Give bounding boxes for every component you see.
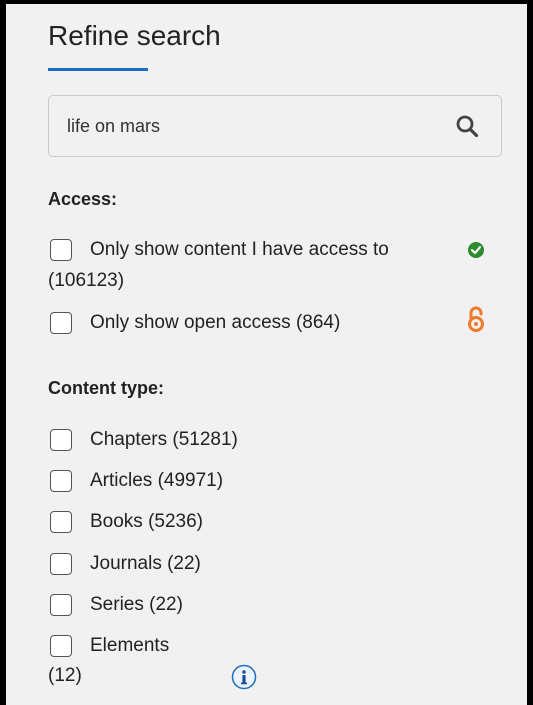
checkbox-chapters[interactable]: [50, 429, 72, 451]
checkbox-books[interactable]: [50, 511, 72, 533]
open-access-icon: [468, 306, 484, 332]
checkbox-series[interactable]: [50, 594, 72, 616]
access-heading: Access:: [48, 189, 118, 209]
search-input[interactable]: [67, 96, 447, 156]
open-access-label: Only show open access (864): [90, 312, 341, 333]
books-label: Books (5236): [90, 511, 204, 532]
articles-label: Articles (49971): [90, 470, 224, 491]
elements-label: Elements: [90, 635, 170, 656]
elements-count: (12): [48, 665, 82, 686]
checkbox-open-access[interactable]: [50, 312, 72, 334]
search-icon[interactable]: [455, 114, 479, 138]
content-type-heading: Content type:: [48, 378, 164, 398]
series-label: Series (22): [90, 594, 183, 615]
title-underline: [48, 68, 148, 71]
panel-title: Refine search: [48, 20, 221, 51]
search-box: [48, 95, 502, 157]
checkbox-elements[interactable]: [50, 635, 72, 657]
checkbox-journals[interactable]: [50, 553, 72, 575]
access-content-label: Only show content I have access to: [90, 239, 389, 260]
info-icon[interactable]: [231, 664, 257, 690]
checkbox-articles[interactable]: [50, 470, 72, 492]
refine-search-panel: Refine search Access: Only show content …: [6, 4, 527, 705]
chapters-label: Chapters (51281): [90, 429, 238, 450]
journals-label: Journals (22): [90, 553, 201, 574]
access-content-count: (106123): [48, 270, 125, 291]
check-circle-icon: [468, 242, 484, 258]
checkbox-access-content[interactable]: [50, 239, 72, 261]
